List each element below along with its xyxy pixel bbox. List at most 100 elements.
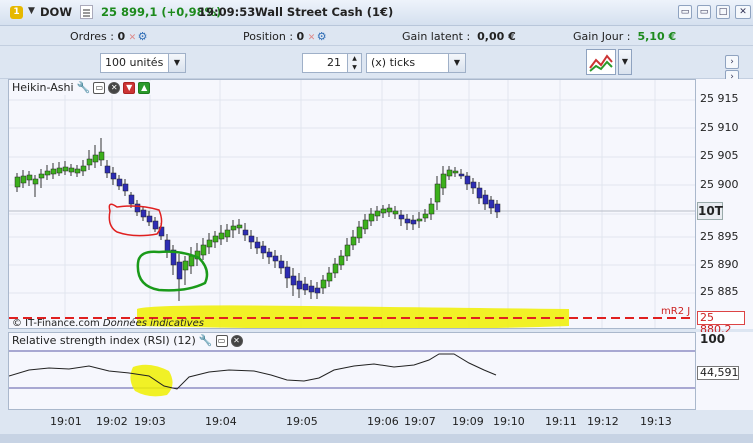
price-chart-pane[interactable]: Heikin-Ashi 🔧 ▭ ✕ ▼ ▲ bbox=[8, 79, 697, 329]
chevron-down-icon[interactable]: ▼ bbox=[448, 54, 465, 72]
candle-body bbox=[422, 213, 429, 219]
ticks-unit-value: (x) ticks bbox=[371, 56, 416, 69]
candle-body bbox=[254, 241, 261, 249]
candle-body bbox=[440, 173, 447, 189]
candle-body bbox=[80, 165, 87, 172]
candle-body bbox=[26, 174, 33, 181]
instrument-name: Wall Street Cash (1€) bbox=[255, 5, 394, 19]
candle-body bbox=[380, 208, 387, 214]
candle-body bbox=[416, 218, 423, 222]
candle-body bbox=[236, 224, 243, 229]
position-settings-icon[interactable]: ⚙ bbox=[317, 30, 327, 43]
status-bar bbox=[0, 434, 753, 443]
candle-body bbox=[338, 255, 345, 266]
x-tick: 19:13 bbox=[640, 415, 672, 428]
candle-body bbox=[452, 170, 459, 174]
y-tick: 25 895 bbox=[700, 230, 739, 243]
candle-body bbox=[266, 251, 273, 258]
candle-body bbox=[410, 219, 417, 225]
order-controls: 100 unités ▼ 21 ▲ ▼ (x) ticks ▼ bbox=[0, 46, 753, 79]
candle-body bbox=[32, 178, 39, 185]
candle-body bbox=[464, 175, 471, 185]
maximize-button[interactable]: □ bbox=[716, 5, 730, 19]
candle-body bbox=[374, 210, 381, 217]
chart-type-dropdown-icon[interactable]: ▼ bbox=[618, 49, 632, 75]
window-badge: 1 bbox=[10, 6, 23, 19]
symbol-label[interactable]: DOW bbox=[40, 5, 72, 19]
close-pane-icon[interactable]: ✕ bbox=[108, 82, 121, 94]
symbol-dropdown-icon[interactable]: ▼ bbox=[28, 6, 35, 16]
close-button[interactable]: ✕ bbox=[735, 5, 751, 19]
y-tick: 25 915 bbox=[700, 92, 739, 105]
title-bar: 1 ▼ DOW 25 899,1 (+0,98%) 19:09:53 Wall … bbox=[0, 0, 753, 26]
unrealized-value: 0,00 € bbox=[477, 30, 516, 43]
unrealized-label: Gain latent : bbox=[402, 30, 471, 43]
wrench-icon[interactable]: 🔧 bbox=[77, 81, 91, 95]
candle-body bbox=[278, 260, 285, 269]
candle-body bbox=[428, 203, 435, 215]
price-chart-header: Heikin-Ashi 🔧 ▭ ✕ ▼ ▲ bbox=[12, 81, 153, 95]
price-chart-canvas bbox=[9, 80, 696, 328]
minimize-button[interactable]: ▭ bbox=[678, 5, 692, 19]
x-tick: 19:10 bbox=[493, 415, 525, 428]
candle-body bbox=[140, 209, 147, 218]
ticks-stepper[interactable]: 21 ▲ ▼ bbox=[302, 53, 362, 73]
candle-body bbox=[482, 194, 489, 205]
candle-body bbox=[344, 244, 351, 257]
candle-body bbox=[356, 226, 363, 239]
candle-body bbox=[56, 167, 63, 174]
watermark-note: Données indicatives bbox=[102, 318, 204, 329]
candle-body bbox=[86, 158, 93, 166]
x-tick: 19:03 bbox=[134, 415, 166, 428]
candle-body bbox=[302, 283, 309, 291]
chart-type-button[interactable] bbox=[586, 49, 616, 75]
cancel-orders-icon[interactable]: ✕ bbox=[129, 34, 138, 43]
stepper-arrows-icon[interactable]: ▲ ▼ bbox=[347, 54, 361, 72]
position-value: 0 bbox=[296, 30, 305, 43]
ticks-unit-select[interactable]: (x) ticks ▼ bbox=[366, 53, 466, 73]
quantity-select[interactable]: 100 unités ▼ bbox=[100, 53, 186, 73]
side-panel-button-1[interactable]: › bbox=[725, 55, 739, 69]
candle-body bbox=[350, 236, 357, 246]
rsi-line bbox=[9, 353, 497, 390]
y-tick: 25 890 bbox=[700, 258, 739, 271]
candle-body bbox=[494, 203, 501, 213]
watermark: © IT-Finance.com Données indicatives bbox=[12, 318, 204, 329]
candle-body bbox=[296, 280, 303, 290]
y-tick: 25 900 bbox=[700, 178, 739, 191]
x-tick: 19:06 bbox=[367, 415, 399, 428]
position-field: Position : 0 ✕⚙ bbox=[243, 30, 327, 43]
candle-body bbox=[134, 203, 141, 213]
unrealized-field: Gain latent : 0,00 € bbox=[402, 30, 516, 43]
candle-body bbox=[74, 168, 81, 174]
candle-body bbox=[14, 176, 21, 188]
maximize-pane-icon[interactable]: ▭ bbox=[215, 335, 228, 347]
close-pane-icon[interactable]: ✕ bbox=[230, 335, 243, 347]
candle-body bbox=[224, 229, 231, 238]
maximize-pane-icon[interactable]: ▭ bbox=[93, 82, 106, 94]
orders-settings-icon[interactable]: ⚙ bbox=[138, 30, 148, 43]
x-tick: 19:04 bbox=[205, 415, 237, 428]
close-position-icon[interactable]: ✕ bbox=[308, 34, 317, 43]
x-tick: 19:12 bbox=[587, 415, 619, 428]
candle-body bbox=[488, 199, 495, 209]
restore-button[interactable]: ▭ bbox=[697, 5, 711, 19]
rsi-chart-title: Relative strength index (RSI) (12) bbox=[12, 334, 196, 347]
x-tick: 19:01 bbox=[50, 415, 82, 428]
candle-body bbox=[362, 219, 369, 230]
candle-body bbox=[98, 151, 105, 161]
y-tick: 25 910 bbox=[700, 121, 739, 134]
candle-body bbox=[152, 220, 159, 230]
x-tick: 19:05 bbox=[286, 415, 318, 428]
rsi-highlight bbox=[130, 364, 173, 397]
move-down-icon[interactable]: ▼ bbox=[123, 82, 136, 94]
candle-body bbox=[20, 175, 27, 184]
candle-body bbox=[332, 263, 339, 274]
chevron-down-icon[interactable]: ▼ bbox=[168, 54, 185, 72]
candle-body bbox=[434, 183, 441, 203]
candle-body bbox=[326, 272, 333, 282]
rsi-chart-pane[interactable]: Relative strength index (RSI) (12) 🔧 ▭ ✕ bbox=[8, 332, 697, 410]
candle-body bbox=[248, 235, 255, 243]
move-up-icon[interactable]: ▲ bbox=[138, 82, 151, 94]
wrench-icon[interactable]: 🔧 bbox=[199, 334, 213, 348]
